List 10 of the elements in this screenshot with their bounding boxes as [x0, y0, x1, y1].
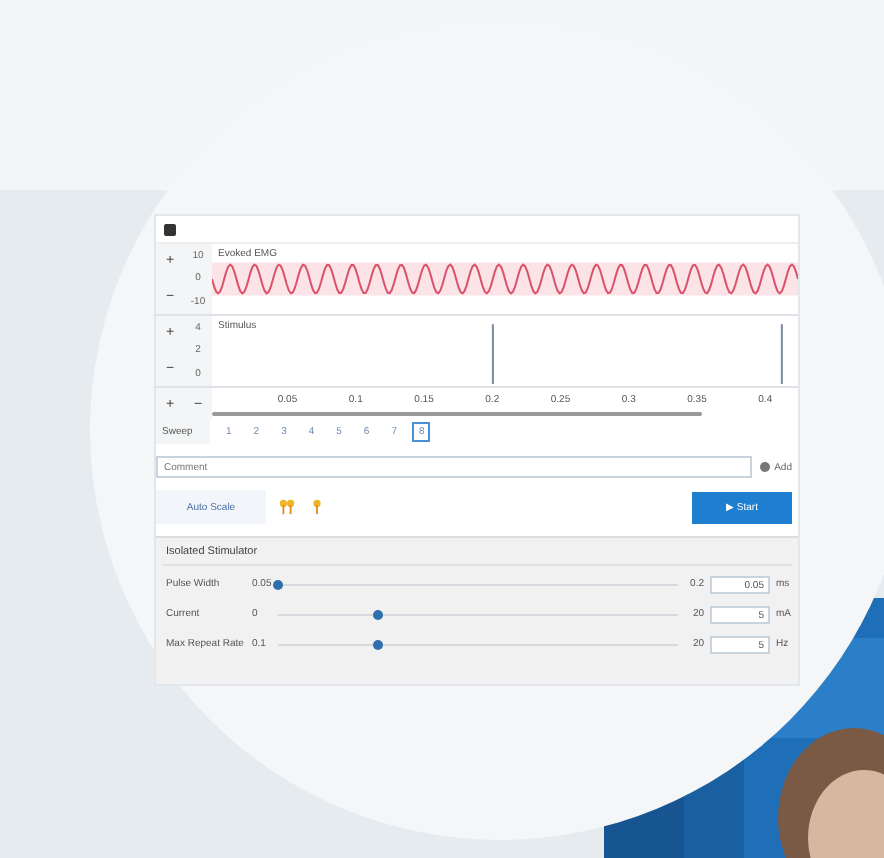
- slider-thumb[interactable]: [273, 579, 283, 589]
- logo-icon: [164, 223, 176, 235]
- scrollbar[interactable]: [212, 411, 702, 415]
- slider-thumb[interactable]: [373, 609, 383, 619]
- pulse-line: [491, 324, 494, 384]
- plus-icon: [760, 462, 771, 472]
- slider-thumb[interactable]: [373, 639, 383, 649]
- pulse-line: [780, 324, 783, 384]
- pins-icon[interactable]: [278, 498, 296, 516]
- pin-icon[interactable]: [308, 498, 326, 516]
